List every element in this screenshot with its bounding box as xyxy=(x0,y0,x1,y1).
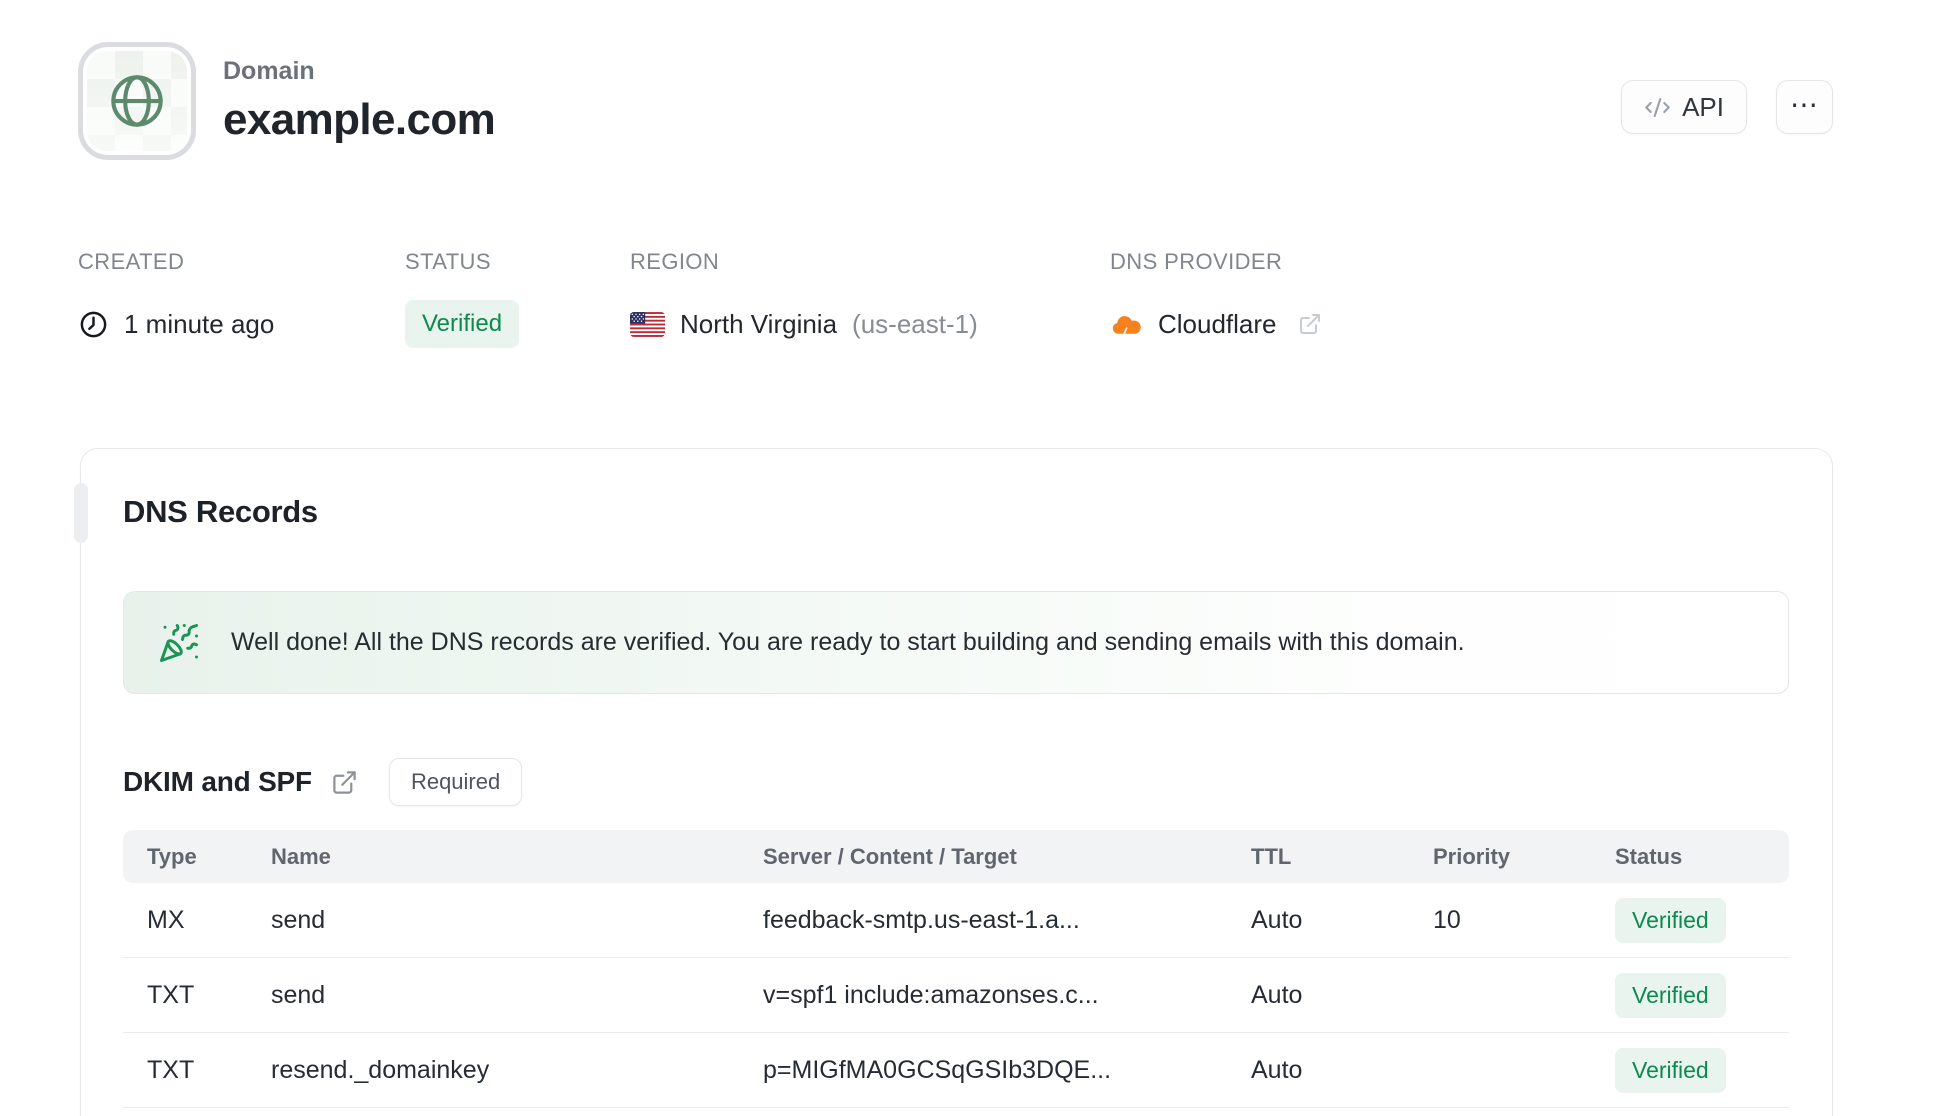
cell-name: resend._domainkey xyxy=(271,1055,490,1084)
table-row[interactable]: MX send feedback-smtp.us-east-1.a... Aut… xyxy=(123,883,1789,958)
status-badge: Verified xyxy=(1615,1047,1726,1093)
cell-content: p=MIGfMA0GCSqGSIb3DQE... xyxy=(763,1055,1112,1084)
success-banner-text: Well done! All the DNS records are verif… xyxy=(231,628,1465,656)
dns-provider-label: DNS PROVIDER xyxy=(1110,249,1283,274)
status-badge: Verified xyxy=(405,300,520,348)
cell-ttl: Auto xyxy=(1251,905,1303,934)
code-icon xyxy=(1644,94,1671,121)
cell-type: MX xyxy=(147,905,185,934)
title-block: Domain example.com xyxy=(223,42,496,160)
cell-name: send xyxy=(271,980,326,1009)
domain-icon-tile-bg xyxy=(87,51,187,151)
region-label: REGION xyxy=(630,249,720,274)
dns-records-title: DNS Records xyxy=(123,494,318,529)
cell-ttl: Auto xyxy=(1251,1055,1303,1084)
created-value: 1 minute ago xyxy=(124,308,275,339)
us-flag-icon xyxy=(630,311,665,337)
region-value: North Virginia xyxy=(680,308,838,339)
status-badge: Verified xyxy=(1615,897,1726,943)
cell-ttl: Auto xyxy=(1251,980,1303,1009)
dkim-spf-title: DKIM and SPF xyxy=(123,766,312,797)
cloudflare-icon xyxy=(1110,313,1143,336)
status-badge: Verified xyxy=(1615,972,1726,1018)
cell-name: send xyxy=(271,905,326,934)
col-priority: Priority xyxy=(1433,843,1511,869)
header-actions: API ⋯ xyxy=(1621,80,1833,134)
party-popper-icon xyxy=(158,622,200,664)
dkim-spf-section-header: DKIM and SPF Required xyxy=(123,758,1789,806)
meta-row: CREATED 1 minute ago STATUS Verified REG… xyxy=(0,249,1944,352)
cell-priority: 10 xyxy=(1433,905,1461,934)
page-title: example.com xyxy=(223,95,496,144)
success-banner: Well done! All the DNS records are verif… xyxy=(123,591,1789,694)
created-label: CREATED xyxy=(78,249,185,274)
table-row[interactable]: TXT resend._domainkey p=MIGfMA0GCSqGSIb3… xyxy=(123,1033,1789,1108)
cell-content: feedback-smtp.us-east-1.a... xyxy=(763,905,1080,934)
dns-provider-value: Cloudflare xyxy=(1158,308,1277,339)
card-edge-notch xyxy=(74,483,88,543)
required-badge: Required xyxy=(388,758,523,806)
region-code: (us-east-1) xyxy=(852,308,978,339)
meta-status: STATUS Verified xyxy=(405,249,630,352)
table-row[interactable]: TXT send v=spf1 include:amazonses.c... A… xyxy=(123,958,1789,1033)
globe-icon xyxy=(104,68,170,134)
dns-records-card: DNS Records Well done! All the DNS recor… xyxy=(74,448,1833,1116)
status-label: STATUS xyxy=(405,249,491,274)
col-type: Type xyxy=(147,843,197,869)
api-button[interactable]: API xyxy=(1621,80,1747,134)
external-link-icon[interactable] xyxy=(1298,312,1322,336)
meta-created: CREATED 1 minute ago xyxy=(78,249,405,352)
clock-icon xyxy=(78,309,109,340)
page-header: Domain example.com API ⋯ xyxy=(0,0,1944,160)
dns-table-header: Type Name Server / Content / Target TTL … xyxy=(123,830,1789,883)
dns-table: Type Name Server / Content / Target TTL … xyxy=(123,830,1789,1108)
domain-kicker: Domain xyxy=(223,57,315,85)
ellipsis-icon: ⋯ xyxy=(1790,88,1819,120)
more-button[interactable]: ⋯ xyxy=(1776,80,1833,134)
col-ttl: TTL xyxy=(1251,843,1292,869)
cell-content: v=spf1 include:amazonses.c... xyxy=(763,980,1099,1009)
meta-region: REGION North Virginia (us-east-1) xyxy=(630,249,1110,352)
domain-icon-tile xyxy=(78,42,196,160)
external-link-icon[interactable] xyxy=(331,769,358,796)
api-button-label: API xyxy=(1682,91,1724,122)
cell-type: TXT xyxy=(147,1055,195,1084)
col-content: Server / Content / Target xyxy=(763,843,1017,869)
col-name: Name xyxy=(271,843,331,869)
cell-type: TXT xyxy=(147,980,195,1009)
meta-dns-provider: DNS PROVIDER Cloudflare xyxy=(1110,249,1322,352)
col-status: Status xyxy=(1615,843,1683,869)
